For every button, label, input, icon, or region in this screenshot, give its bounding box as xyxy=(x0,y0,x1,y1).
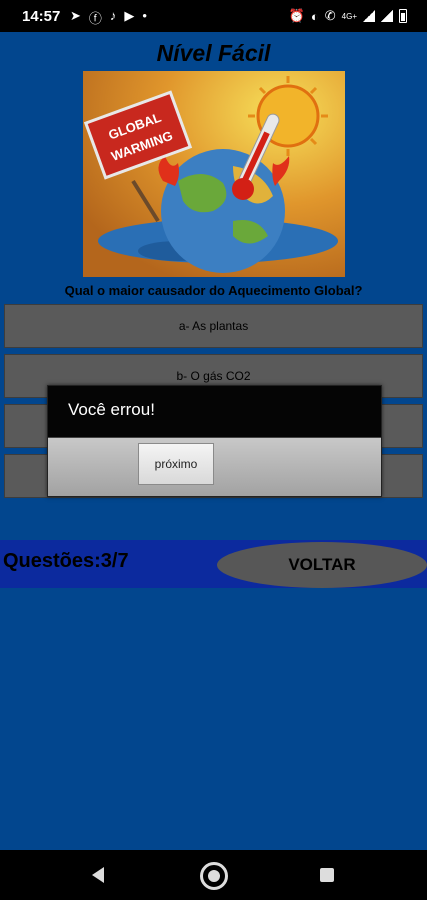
battery-icon xyxy=(399,9,407,23)
data-saver-icon: ◐ xyxy=(310,8,319,24)
nav-recents-icon[interactable] xyxy=(320,868,334,882)
score-bar: Questões:3/7 VOLTAR xyxy=(0,540,427,588)
navigation-bar xyxy=(0,850,427,900)
status-time: 14:57 xyxy=(22,8,61,25)
4g-icon: 4G+ xyxy=(341,11,357,21)
questions-counter: Questões:3/7 xyxy=(3,550,129,572)
nav-home-icon[interactable] xyxy=(200,862,228,890)
telegram-icon: ➤ xyxy=(70,8,81,23)
dialog-header: Você errou! xyxy=(48,386,381,438)
alarm-icon: ⏰ xyxy=(288,8,305,23)
status-bar: 14:57 ➤ ⓕ ♪ ▶ • ⏰ ◐ ✆ 4G+ xyxy=(0,0,427,32)
back-button[interactable]: VOLTAR xyxy=(217,542,427,588)
next-button[interactable]: próximo xyxy=(138,443,214,485)
answer-option-a[interactable]: a- As plantas xyxy=(4,304,423,348)
signal-icon xyxy=(363,10,375,22)
dialog-body: próximo xyxy=(48,438,381,496)
global-warming-image: GLOBAL WARMING xyxy=(83,71,345,277)
question-text: Qual o maior causador do Aquecimento Glo… xyxy=(64,283,363,298)
dialog-title: Você errou! xyxy=(68,400,155,419)
wrong-answer-dialog: Você errou! próximo xyxy=(47,385,382,497)
wifi-calling-icon: ✆ xyxy=(324,8,336,23)
nav-back-icon[interactable] xyxy=(92,867,104,883)
facebook-icon: ⓕ xyxy=(88,11,102,26)
level-title: Nível Fácil xyxy=(156,40,271,66)
dot-icon: • xyxy=(142,8,147,23)
notification-icons: ➤ ⓕ ♪ ▶ • xyxy=(70,8,147,27)
tiktok-icon: ♪ xyxy=(109,8,117,23)
youtube-icon: ▶ xyxy=(124,8,135,23)
signal-icon-2 xyxy=(381,10,393,22)
system-icons: ⏰ ◐ ✆ 4G+ xyxy=(289,8,407,24)
